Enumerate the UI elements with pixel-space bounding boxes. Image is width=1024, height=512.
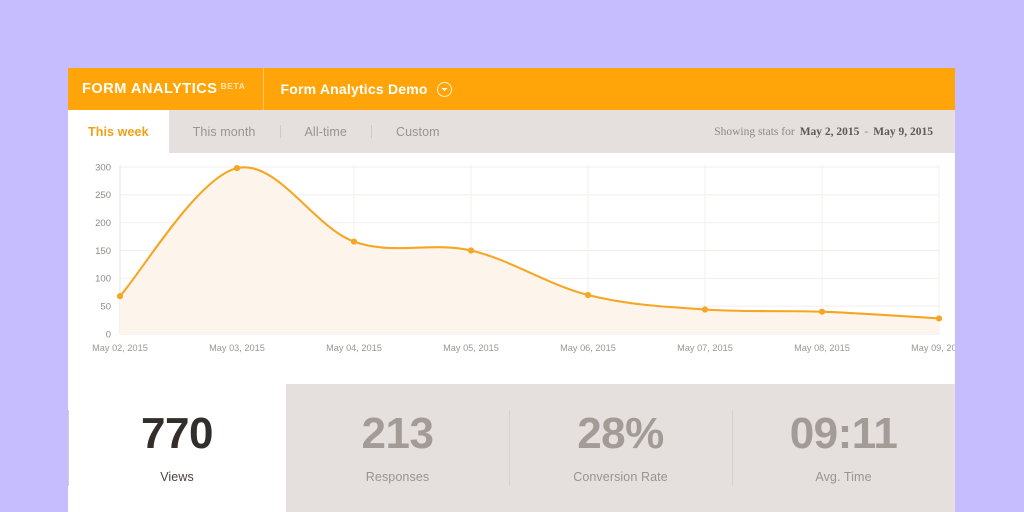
stats-range-prefix: Showing stats for (714, 126, 795, 138)
stat-value: 28% (577, 412, 664, 456)
chart-x-axis-labels: May 02, 2015 May 03, 2015 May 04, 2015 May … (92, 343, 955, 353)
data-point[interactable] (234, 165, 240, 171)
y-axis-tick-label: 0 (106, 329, 111, 340)
data-point[interactable] (585, 292, 591, 298)
data-point[interactable] (468, 247, 474, 253)
stat-value: 09:11 (790, 412, 898, 456)
tab-label: This month (193, 125, 256, 139)
y-axis-tick-label: 50 (100, 302, 111, 313)
x-axis-tick-label: May 03, 2015 (209, 343, 265, 353)
x-axis-tick-label: May 09, 2015 (911, 343, 955, 353)
tab-this-week[interactable]: This week (68, 110, 169, 154)
app-title: FORM ANALYTICS (82, 81, 218, 97)
stat-card-views[interactable]: 770 Views (68, 384, 286, 512)
stat-card-conversion-rate[interactable]: 28% Conversion Rate (509, 384, 732, 512)
brand-block: FORM ANALYTICS BETA (68, 68, 264, 110)
summary-stats-bar: 770 Views 213 Responses 28% Conversion R… (68, 384, 955, 512)
chevron-down-circle-icon[interactable] (437, 82, 452, 97)
y-axis-tick-label: 200 (95, 218, 111, 229)
tab-label: All-time (305, 125, 347, 139)
stats-range-separator: - (864, 126, 868, 138)
date-range-tabs: This week This month All-time Custom Sho… (68, 110, 955, 153)
form-analytics-card: FORM ANALYTICS BETA Form Analytics Demo … (68, 68, 955, 512)
tab-custom[interactable]: Custom (372, 110, 464, 153)
stat-label: Avg. Time (815, 470, 871, 484)
stat-divider (509, 410, 510, 486)
x-axis-tick-label: May 07, 2015 (677, 343, 733, 353)
data-point[interactable] (117, 293, 123, 299)
x-axis-tick-label: May 05, 2015 (443, 343, 499, 353)
data-point[interactable] (351, 238, 357, 244)
data-point[interactable] (936, 315, 942, 321)
stat-value: 213 (362, 412, 434, 456)
x-axis-tick-label: May 06, 2015 (560, 343, 616, 353)
y-axis-tick-label: 300 (95, 162, 111, 173)
y-axis-tick-label: 150 (95, 246, 111, 257)
beta-badge: BETA (221, 81, 246, 91)
chart-y-axis-labels: 0 50 100 150 200 250 300 (95, 162, 111, 340)
x-axis-tick-label: May 02, 2015 (92, 343, 148, 353)
chart-canvas: 0 50 100 150 200 250 300 May 02, 2015 May 03, 2… (68, 153, 955, 384)
tab-all-time[interactable]: All-time (281, 110, 371, 153)
tab-this-month[interactable]: This month (169, 110, 280, 153)
form-selector-label: Form Analytics Demo (280, 81, 427, 97)
views-line-chart: 0 50 100 150 200 250 300 May 02, 2015 May 03, 2… (68, 153, 955, 384)
stats-date-range: Showing stats for May 2, 2015 - May 9, 2… (714, 110, 955, 153)
stat-divider (732, 410, 733, 486)
stats-range-end: May 9, 2015 (873, 126, 933, 138)
stat-card-responses[interactable]: 213 Responses (286, 384, 509, 512)
stat-label: Views (160, 470, 194, 484)
y-axis-tick-label: 250 (95, 190, 111, 201)
data-point[interactable] (702, 306, 708, 312)
form-selector-dropdown[interactable]: Form Analytics Demo (264, 68, 467, 110)
stat-divider (68, 410, 69, 486)
app-header: FORM ANALYTICS BETA Form Analytics Demo (68, 68, 955, 110)
stat-label: Conversion Rate (573, 470, 668, 484)
stat-value: 770 (141, 412, 213, 456)
x-axis-tick-label: May 04, 2015 (326, 343, 382, 353)
y-axis-tick-label: 100 (95, 274, 111, 285)
tab-label: This week (88, 125, 149, 139)
tab-label: Custom (396, 125, 440, 139)
stat-label: Responses (366, 470, 429, 484)
stat-card-avg-time[interactable]: 09:11 Avg. Time (732, 384, 955, 512)
x-axis-tick-label: May 08, 2015 (794, 343, 850, 353)
data-point[interactable] (819, 309, 825, 315)
stats-range-start: May 2, 2015 (800, 126, 860, 138)
